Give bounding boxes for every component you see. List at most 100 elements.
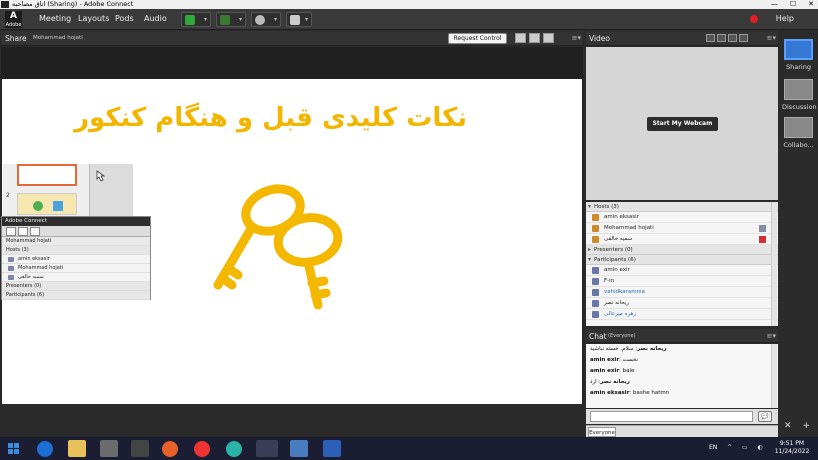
grid-layout-icon[interactable] xyxy=(706,34,715,42)
host-user-icon xyxy=(592,225,599,232)
hosts-section[interactable]: Hosts (3) xyxy=(586,202,778,212)
participants-section[interactable]: Participants (6) xyxy=(586,255,778,265)
video-pod-tools xyxy=(706,34,748,42)
fit-width-icon[interactable] xyxy=(515,33,526,43)
minimize-button[interactable]: — xyxy=(771,0,778,9)
chat-sender: amin eksasir xyxy=(590,390,630,396)
floating-presenters-section[interactable]: Presenters (0) xyxy=(2,282,150,291)
firefox-icon[interactable] xyxy=(162,441,178,457)
attendee-name: Mohammad hojati xyxy=(604,225,654,231)
slide-thumbnail[interactable] xyxy=(17,193,77,215)
recording-indicator-icon[interactable] xyxy=(750,15,758,23)
floating-participants-section[interactable]: Participants (6) xyxy=(2,291,150,300)
internet-explorer-icon[interactable] xyxy=(37,441,53,457)
input-language[interactable]: EN xyxy=(709,444,717,451)
windows-start-icon[interactable] xyxy=(8,443,19,454)
grid-view-icon[interactable] xyxy=(18,227,28,236)
slide-thumbnails: 2 xyxy=(3,164,133,216)
attendee-row[interactable]: F-in xyxy=(586,276,778,287)
sidebar-toggle-icon[interactable] xyxy=(529,33,540,43)
attendee-row[interactable]: سمیه خالقی xyxy=(586,234,778,245)
menu-bar: A Adobe Meeting Layouts Pods Audio ▾ ▾ ▾… xyxy=(0,9,818,30)
floating-hosts-label: Hosts (3) xyxy=(6,247,29,253)
microphone-active-icon xyxy=(759,225,766,232)
list-view-icon[interactable] xyxy=(6,227,16,236)
attendee-row[interactable]: vahidkaramnia xyxy=(586,287,778,298)
layout-sharing-thumbnail xyxy=(784,39,813,60)
adobe-connect-taskbar-icon[interactable] xyxy=(256,440,278,457)
microphone-muted-icon xyxy=(759,236,766,243)
tools-icon[interactable]: ✕ xyxy=(784,421,792,431)
start-webcam-button[interactable]: Start My Webcam xyxy=(647,117,718,131)
filmstrip-icon[interactable] xyxy=(717,34,726,42)
chat-message: amin exir: bale xyxy=(590,368,635,374)
layout-sharing[interactable]: Sharing xyxy=(782,39,815,71)
floating-host-name: amin eksasir xyxy=(18,256,50,262)
thumbnail-icons-icon xyxy=(33,201,63,211)
chat-scope: (Everyone) xyxy=(608,333,636,339)
microphone-button[interactable]: ▾ xyxy=(216,12,246,27)
maximize-button[interactable]: ☐ xyxy=(790,0,796,9)
attendee-row[interactable]: ریحانه نصر xyxy=(586,298,778,309)
video-pod-content: Start My Webcam xyxy=(586,47,778,200)
fullscreen-icon[interactable] xyxy=(543,33,554,43)
attendee-list-pod: Hosts (3) amin eksasir Mohammad hojati س… xyxy=(586,202,778,326)
edge-icon[interactable] xyxy=(226,441,242,457)
sort-icon[interactable] xyxy=(30,227,40,236)
floating-host-row[interactable]: Mohammad hojati xyxy=(2,264,150,273)
help-menu[interactable]: Help xyxy=(776,14,794,23)
media-player-icon[interactable] xyxy=(100,440,118,457)
speaker-button[interactable]: ▾ xyxy=(181,12,211,27)
floating-presenter-name: Mohammad hojati xyxy=(6,238,52,244)
remote-desktop-icon[interactable] xyxy=(290,440,308,457)
floating-participants-label: Participants (6) xyxy=(6,292,45,298)
microphone-icon xyxy=(220,15,230,25)
menu-pods[interactable]: Pods xyxy=(115,14,134,23)
attendee-scrollbar[interactable] xyxy=(771,202,777,326)
taskbar-clock[interactable]: 9:51 PM 11/24/2022 xyxy=(770,440,814,456)
floating-host-row[interactable]: amin eksasir xyxy=(2,255,150,264)
attendee-row[interactable]: Mohammad hojati xyxy=(586,223,778,234)
webcam-button[interactable]: ▾ xyxy=(251,12,281,27)
menu-audio[interactable]: Audio xyxy=(144,14,167,23)
webcam-icon xyxy=(255,15,265,25)
status-button[interactable]: ▾ xyxy=(286,12,312,27)
attendee-row[interactable]: زهره میرعالی xyxy=(586,309,778,320)
pod-options-icon[interactable]: ≡▾ xyxy=(767,332,776,340)
system-tray-icons[interactable]: ^ ▭ ◐ xyxy=(727,444,767,451)
presenters-section-label: Presenters (0) xyxy=(594,247,633,253)
layout-collaboration[interactable]: Collabo... xyxy=(782,117,815,149)
chat-text: ارد xyxy=(590,379,597,385)
chat-tab-everyone[interactable]: Everyone xyxy=(588,427,616,437)
layout-discussion-thumbnail xyxy=(784,79,813,100)
pod-options-icon[interactable]: ≡▾ xyxy=(572,34,581,42)
presenters-section[interactable]: Presenters (0) xyxy=(586,245,778,255)
add-layout-icon[interactable]: + xyxy=(803,421,811,431)
chat-input[interactable] xyxy=(590,411,753,422)
close-button[interactable]: ✕ xyxy=(808,0,814,9)
share-pod-header: Share Mohammad hojati Request Control ≡▾ xyxy=(1,31,583,46)
slide-thumbnail[interactable] xyxy=(17,164,77,186)
chrome-icon[interactable] xyxy=(194,441,210,457)
calendar-icon[interactable] xyxy=(131,440,149,457)
menu-layouts[interactable]: Layouts xyxy=(78,14,109,23)
file-explorer-icon[interactable] xyxy=(68,440,86,457)
chat-scrollbar[interactable] xyxy=(771,344,777,408)
request-control-button[interactable]: Request Control xyxy=(448,33,507,44)
send-message-icon[interactable]: 💬 xyxy=(758,411,772,422)
chat-pod-title: Chat xyxy=(589,332,607,341)
thumbnail-number: 2 xyxy=(6,192,10,199)
menu-meeting[interactable]: Meeting xyxy=(39,14,71,23)
attendee-row[interactable]: amin eksasir xyxy=(586,212,778,223)
participant-user-icon xyxy=(592,289,599,296)
expand-icon[interactable] xyxy=(739,34,748,42)
floating-hosts-section[interactable]: Hosts (3) xyxy=(2,246,150,255)
chat-text: نخست xyxy=(622,357,639,363)
floating-host-row[interactable]: سمیه خالقی xyxy=(2,273,150,282)
fullscreen-icon[interactable] xyxy=(728,34,737,42)
attendee-row[interactable]: amin exir xyxy=(586,265,778,276)
pod-options-icon[interactable]: ≡▾ xyxy=(767,34,776,42)
word-icon[interactable] xyxy=(323,440,341,457)
layout-discussion[interactable]: Discussion xyxy=(782,79,817,111)
chat-text: bale xyxy=(622,368,635,374)
